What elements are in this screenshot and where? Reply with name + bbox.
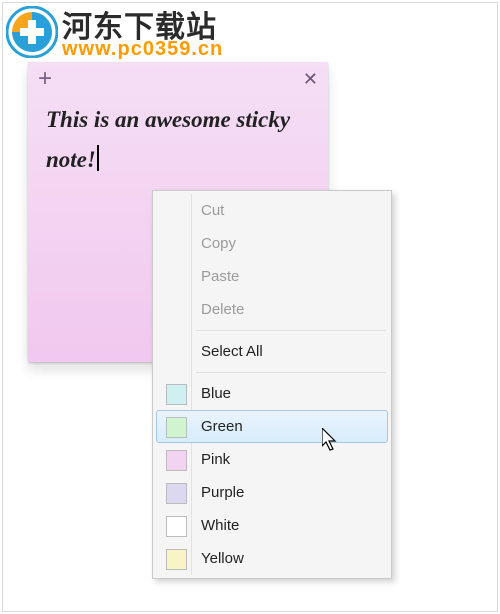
menu-item-select-all[interactable]: Select All (156, 335, 388, 368)
note-text-area[interactable]: This is an awesome sticky note! (28, 96, 328, 184)
menu-separator (196, 372, 386, 373)
context-menu: Cut Copy Paste Delete Select All Blue Gr… (152, 190, 392, 579)
menu-item-color-blue[interactable]: Blue (156, 377, 388, 410)
menu-label: Paste (201, 268, 239, 285)
watermark-logo (6, 6, 58, 58)
text-caret (97, 145, 99, 171)
menu-item-color-white[interactable]: White (156, 509, 388, 542)
note-header: + ✕ (28, 62, 328, 96)
menu-label: Cut (201, 202, 224, 219)
menu-label: Blue (201, 385, 231, 402)
close-note-button[interactable]: ✕ (303, 69, 318, 90)
menu-item-cut[interactable]: Cut (156, 194, 388, 227)
swatch-icon (166, 450, 187, 471)
menu-item-delete[interactable]: Delete (156, 293, 388, 326)
swatch-icon (166, 483, 187, 504)
add-note-button[interactable]: + (38, 67, 52, 91)
menu-label: Select All (201, 343, 263, 360)
menu-separator (196, 330, 386, 331)
menu-item-color-pink[interactable]: Pink (156, 443, 388, 476)
swatch-icon (166, 417, 187, 438)
swatch-icon (166, 549, 187, 570)
menu-item-color-yellow[interactable]: Yellow (156, 542, 388, 575)
note-text: This is an awesome sticky note! (46, 107, 290, 172)
menu-label: Pink (201, 451, 230, 468)
menu-item-copy[interactable]: Copy (156, 227, 388, 260)
swatch-icon (166, 384, 187, 405)
menu-item-color-purple[interactable]: Purple (156, 476, 388, 509)
menu-label: Copy (201, 235, 236, 252)
menu-item-color-green[interactable]: Green (156, 410, 388, 443)
menu-label: Purple (201, 484, 244, 501)
menu-label: Green (201, 418, 243, 435)
menu-label: White (201, 517, 239, 534)
menu-label: Delete (201, 301, 244, 318)
watermark-url: www.pc0359.cn (62, 38, 223, 61)
menu-item-paste[interactable]: Paste (156, 260, 388, 293)
menu-label: Yellow (201, 550, 244, 567)
swatch-icon (166, 516, 187, 537)
